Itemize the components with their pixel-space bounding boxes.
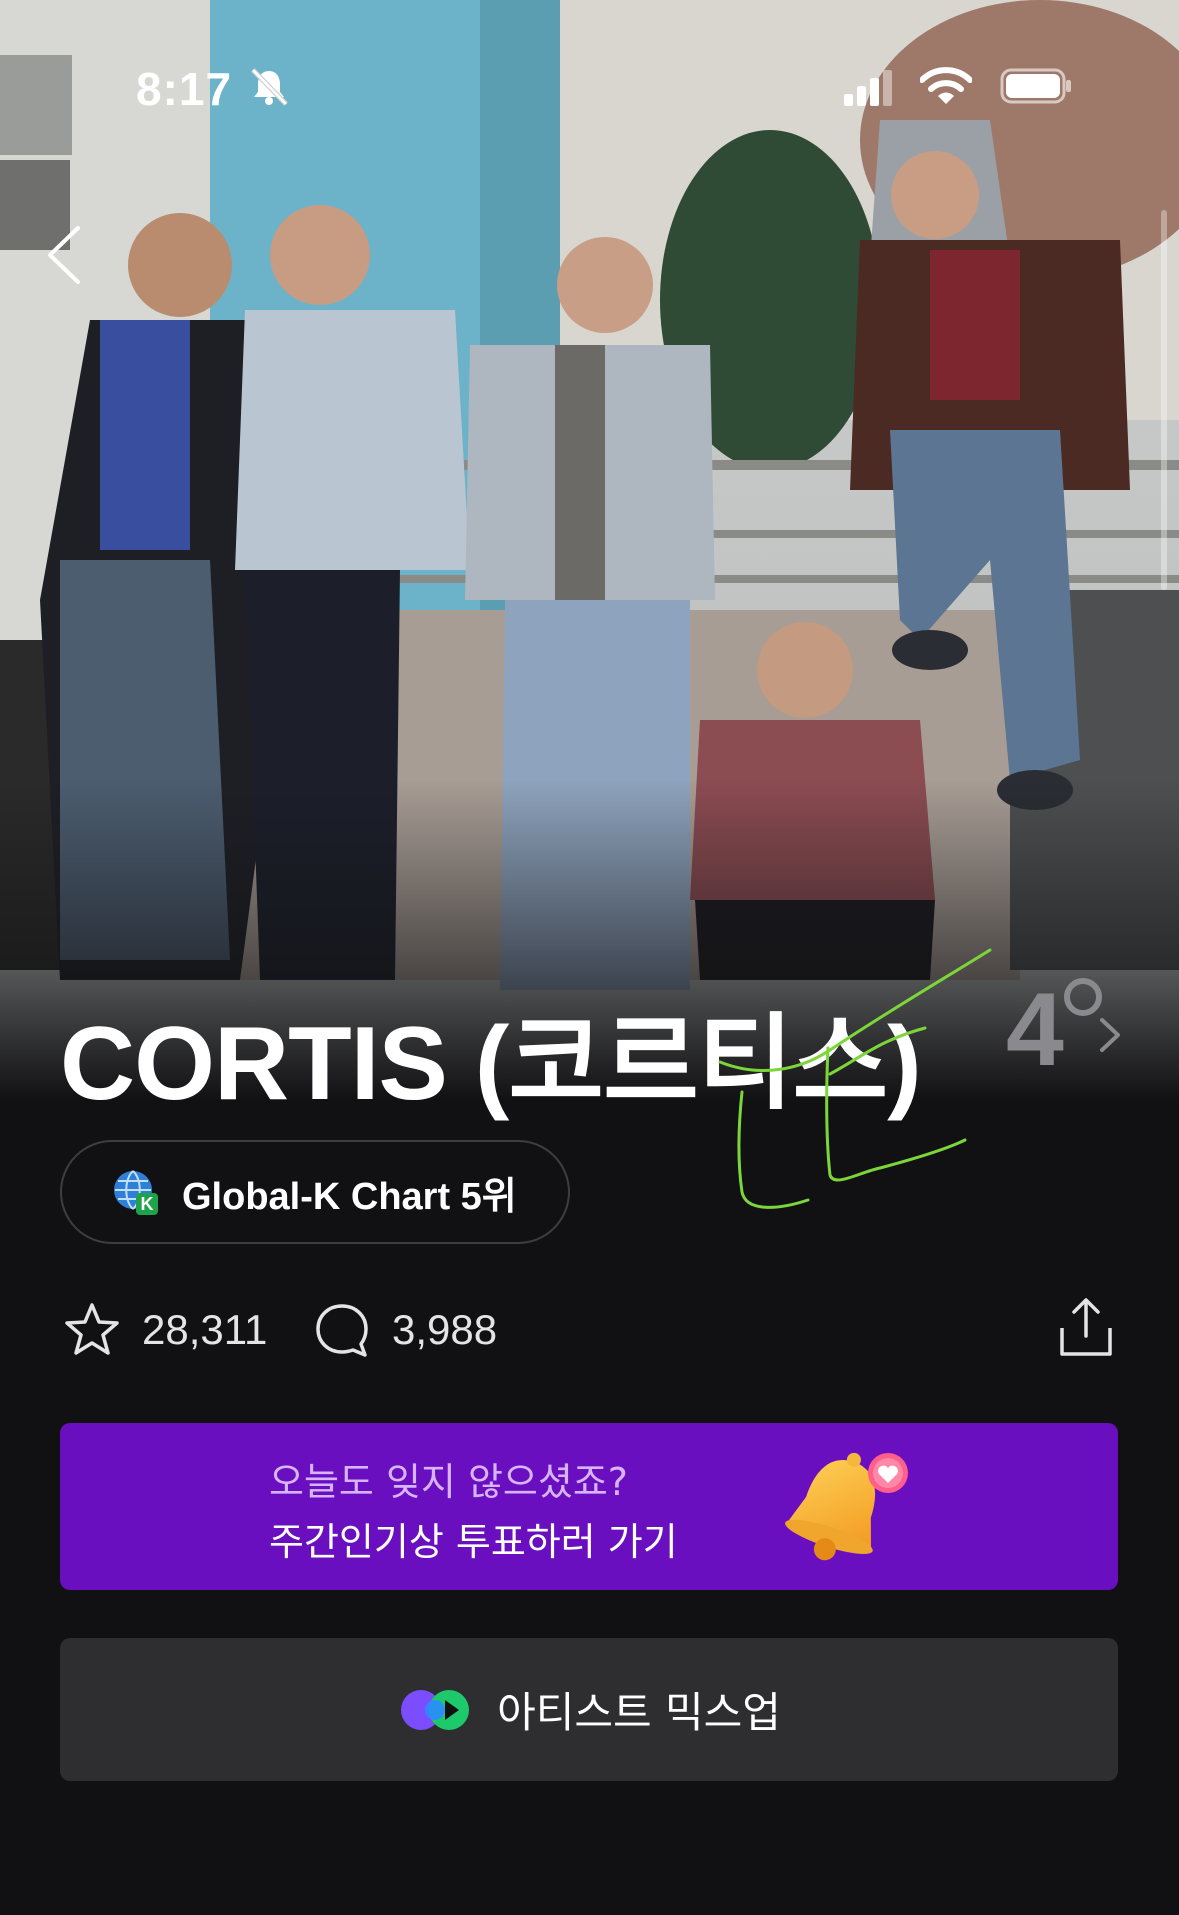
global-k-icon: K [114,1170,158,1215]
bell-icon [785,1452,908,1561]
svg-text:K: K [141,1194,154,1214]
artist-mixup-button[interactable]: 아티스트 믹스업 [60,1638,1118,1781]
comments-count: 3,988 [392,1306,498,1353]
artist-temperature[interactable]: 4 [1006,972,1102,1090]
global-k-chart-badge[interactable]: K Global-K Chart 5위 [60,1140,570,1244]
comments-stat[interactable]: 3,988 [312,1298,497,1362]
back-chevron-icon[interactable] [40,220,90,290]
bell-slash-icon [251,68,288,106]
signal-icon [844,70,892,106]
artist-hero-photo [0,0,1179,1100]
mixup-icon [401,1689,470,1730]
share-icon[interactable] [1056,1296,1116,1358]
favorites-stat[interactable]: 28,311 [62,1298,267,1362]
status-time: 8:17 [136,63,233,115]
mixup-label: 아티스트 믹스업 [497,1688,781,1737]
temperature-value: 4 [1006,972,1064,1088]
artist-name: CORTIS (코르티스) [60,1006,922,1122]
favorites-count: 28,311 [142,1306,268,1353]
scroll-indicator [1161,210,1167,590]
wifi-icon [920,67,972,104]
vote-banner-title: 주간인기상 투표하러 가기 [269,1520,678,1564]
star-icon [65,1303,119,1355]
weekly-vote-banner[interactable]: 오늘도 잊지 않으셨죠? 주간인기상 투표하러 가기 [60,1423,1118,1590]
chart-rank-label: Global-K Chart 5위 [182,1175,517,1218]
battery-icon [1000,68,1071,104]
comment-icon [316,1304,368,1357]
vote-banner-subtitle: 오늘도 잊지 않으셨죠? [269,1460,628,1504]
chevron-right-icon[interactable] [1096,1010,1124,1060]
